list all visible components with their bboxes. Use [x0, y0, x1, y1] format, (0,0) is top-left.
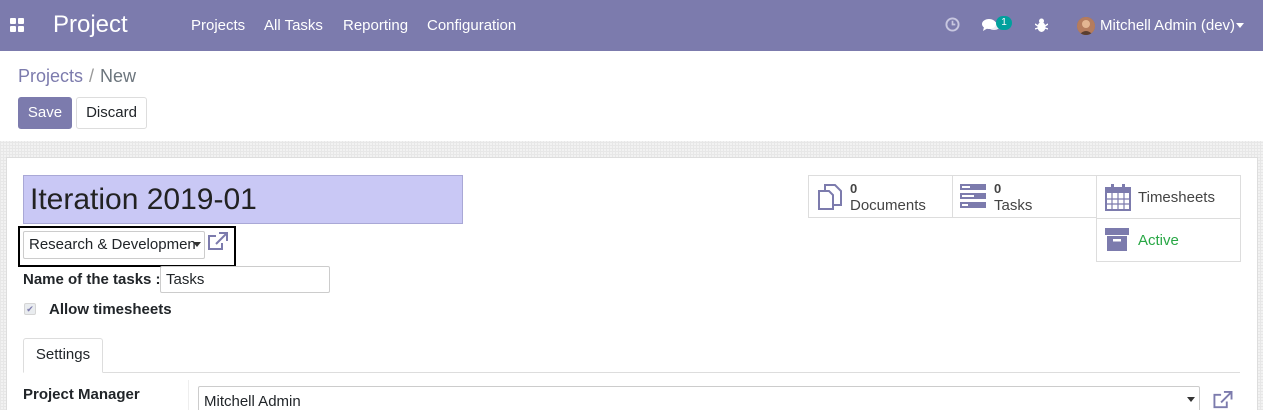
- project-manager-select[interactable]: Mitchell Admin: [198, 386, 1200, 410]
- divider: [188, 380, 189, 410]
- timesheets-label: Timesheets: [1138, 189, 1215, 206]
- chevron-down-icon[interactable]: [1187, 397, 1195, 402]
- breadcrumb-separator: /: [89, 66, 95, 86]
- tasks-name-input[interactable]: Tasks: [160, 266, 330, 293]
- documents-icon: [818, 184, 842, 210]
- tasks-icon: [960, 184, 986, 208]
- tasks-button[interactable]: 0 Tasks: [952, 175, 1097, 218]
- app-title[interactable]: Project: [53, 11, 128, 39]
- timesheets-button[interactable]: Timesheets: [1096, 175, 1241, 219]
- documents-label: Documents: [850, 197, 926, 214]
- calendar-icon: [1105, 184, 1131, 211]
- project-name-input[interactable]: Iteration 2019-01: [23, 175, 463, 224]
- breadcrumb-current: New: [100, 66, 137, 86]
- archive-icon: [1105, 228, 1129, 251]
- avatar[interactable]: [1077, 17, 1095, 35]
- analytic-account-select[interactable]: Research & Developmen: [23, 231, 205, 259]
- user-menu[interactable]: Mitchell Admin (dev): [1100, 17, 1235, 34]
- menu-all-tasks[interactable]: All Tasks: [264, 17, 323, 34]
- top-navbar: Project Projects All Tasks Reporting Con…: [0, 0, 1263, 51]
- tab-settings[interactable]: Settings: [23, 338, 103, 373]
- menu-configuration[interactable]: Configuration: [427, 17, 516, 34]
- menu-projects[interactable]: Projects: [191, 17, 245, 34]
- tasks-count: 0: [994, 181, 1002, 196]
- menu-reporting[interactable]: Reporting: [343, 17, 408, 34]
- active-toggle-button[interactable]: Active: [1096, 218, 1241, 262]
- tasks-name-label: Name of the tasks :: [23, 271, 161, 288]
- chevron-down-icon[interactable]: [1236, 23, 1244, 28]
- save-button[interactable]: Save: [18, 97, 72, 129]
- documents-button[interactable]: 0 Documents: [808, 175, 953, 218]
- allow-timesheets-checkbox[interactable]: ✔: [24, 303, 36, 315]
- chevron-down-icon[interactable]: [193, 242, 201, 247]
- external-link-icon[interactable]: [207, 232, 228, 252]
- clock-icon[interactable]: [945, 17, 960, 32]
- external-link-icon[interactable]: [1212, 391, 1233, 410]
- allow-timesheets-label[interactable]: Allow timesheets: [49, 301, 172, 318]
- breadcrumb: Projects / New: [18, 66, 136, 87]
- messages-badge: 1: [996, 16, 1012, 30]
- project-manager-label: Project Manager: [23, 386, 140, 403]
- breadcrumb-projects[interactable]: Projects: [18, 66, 83, 86]
- discard-button[interactable]: Discard: [76, 97, 147, 129]
- documents-count: 0: [850, 181, 858, 196]
- tabs-divider: [23, 372, 1240, 373]
- bug-icon[interactable]: [1035, 18, 1048, 33]
- tasks-label: Tasks: [994, 197, 1033, 214]
- active-label: Active: [1138, 232, 1179, 249]
- apps-grid-icon[interactable]: [10, 18, 24, 32]
